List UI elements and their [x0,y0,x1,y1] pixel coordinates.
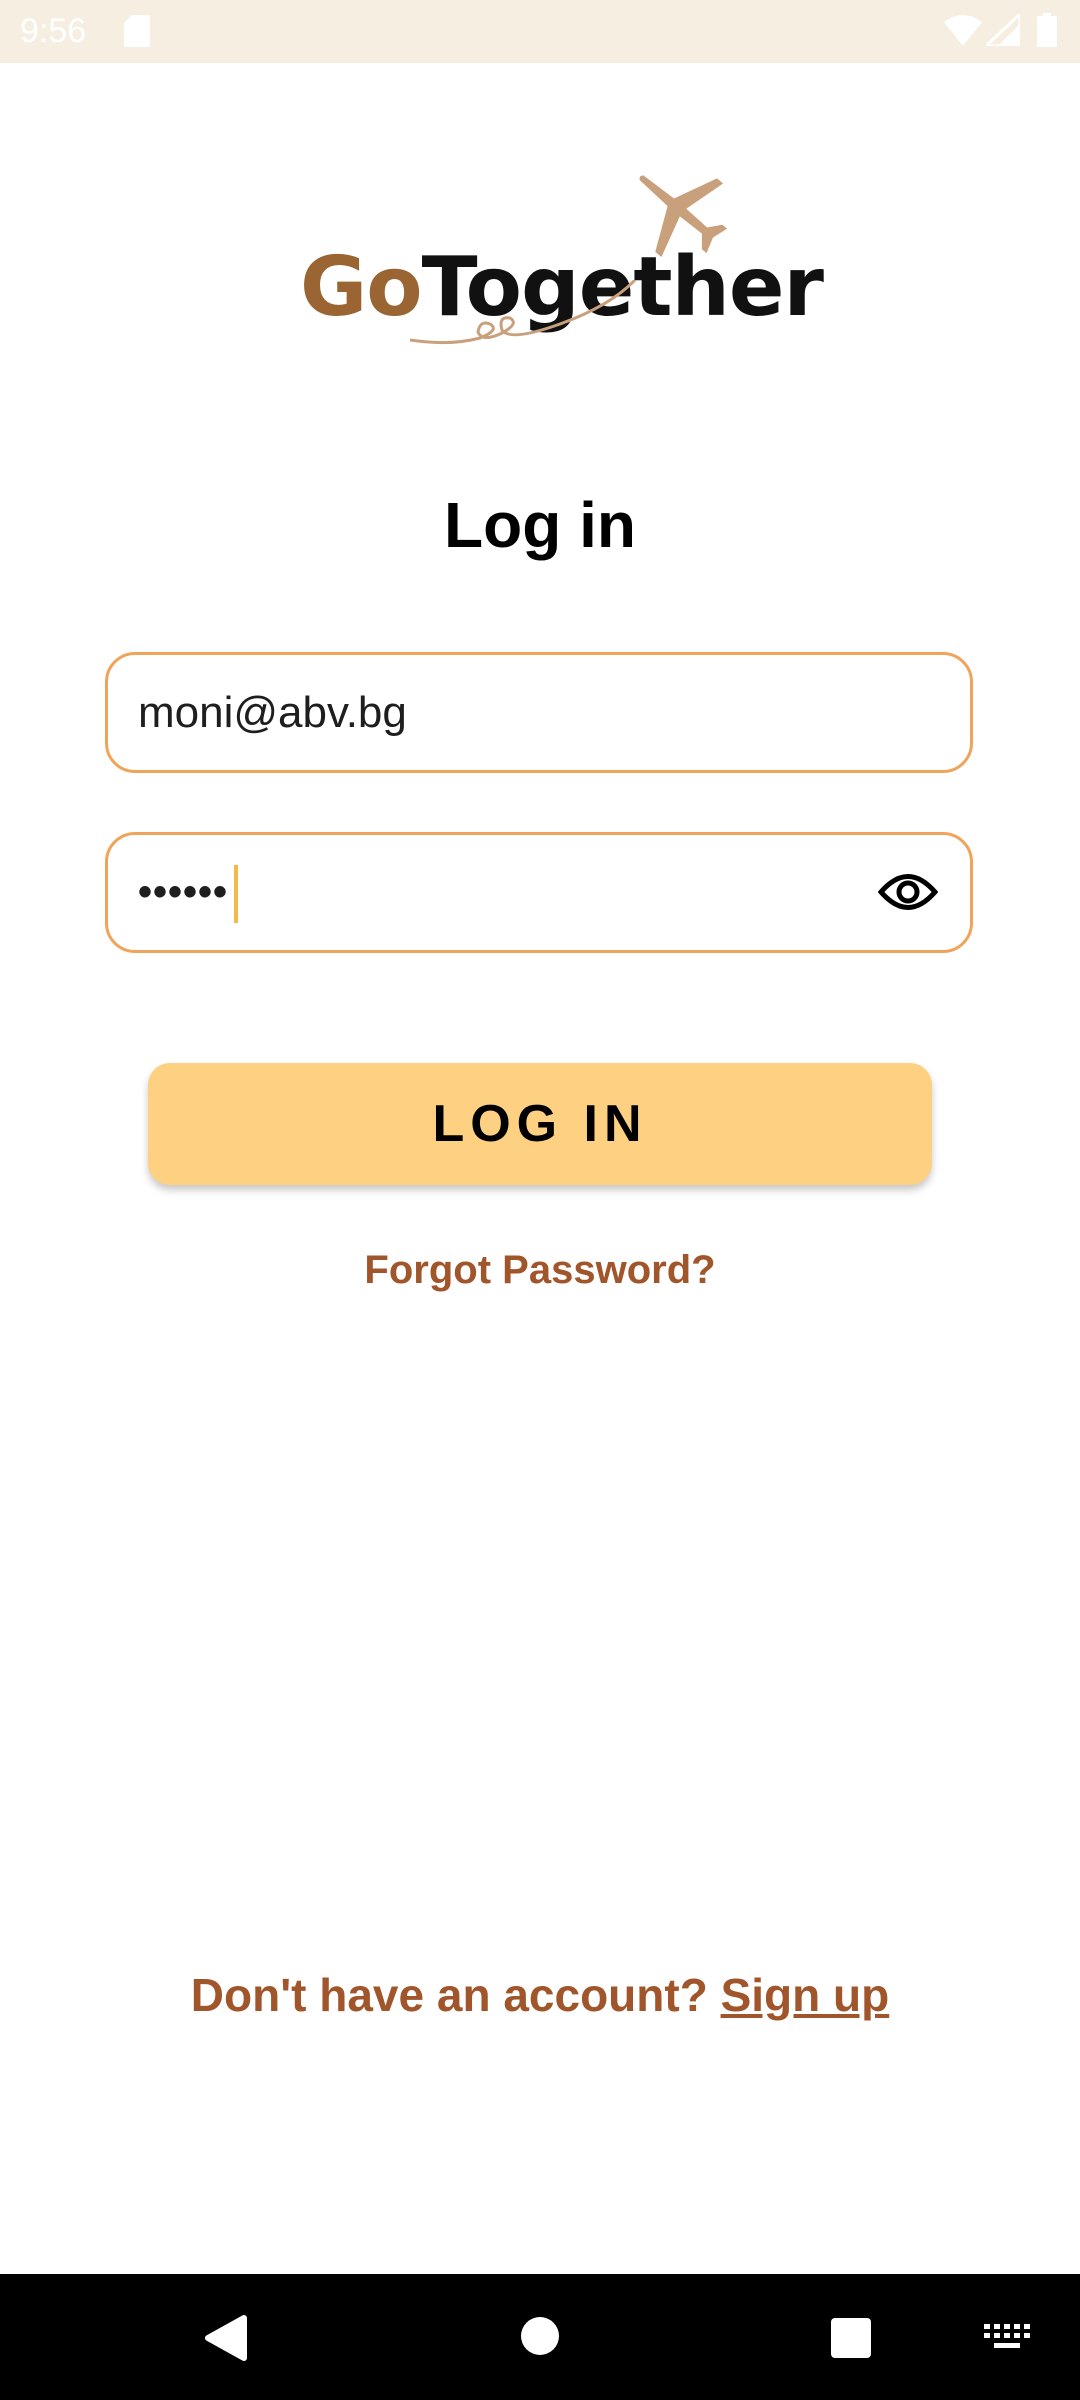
status-time: 9:56 [20,12,87,50]
battery-icon [1037,13,1057,47]
text-caret [234,865,238,923]
navigation-bar [0,2274,1080,2400]
password-field[interactable]: •••••• [105,832,973,953]
signal-icon [986,14,1020,46]
logo-go: Go [300,240,423,335]
wifi-icon [944,15,982,46]
keyboard-icon[interactable] [984,2324,1030,2352]
signup-prompt: Don't have an account? [190,1969,721,2021]
status-bar: 9:56 [0,0,1080,63]
eye-icon[interactable] [878,869,938,915]
page-title: Log in [444,489,636,561]
email-value: moni@abv.bg [138,688,407,737]
sd-card-icon [124,15,150,47]
app-logo: GoTogether [300,160,824,370]
password-value: •••••• [138,870,229,914]
signup-row: Don't have an account? Sign up [0,1968,1080,2022]
signup-link[interactable]: Sign up [721,1969,890,2021]
email-field[interactable]: moni@abv.bg [105,652,973,773]
back-icon[interactable] [204,2314,248,2362]
recents-icon[interactable] [830,2317,872,2359]
forgot-password-row: Forgot Password? [0,1248,1080,1293]
login-button[interactable]: LOG IN [148,1063,932,1185]
flight-path-swirl [410,280,637,345]
home-icon[interactable] [520,2316,560,2356]
forgot-password-link[interactable]: Forgot Password? [364,1248,715,1292]
